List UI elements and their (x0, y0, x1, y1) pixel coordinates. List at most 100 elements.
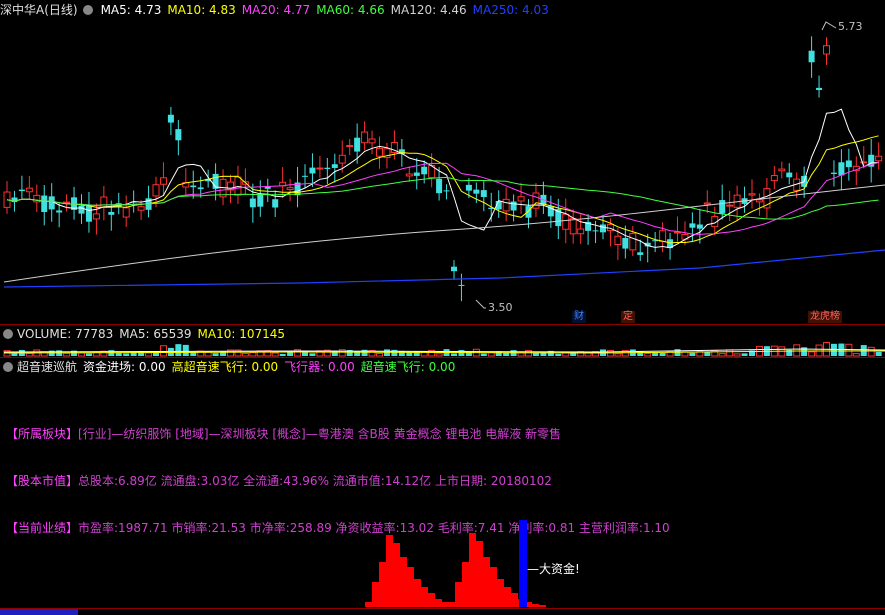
candle-body (577, 228, 585, 235)
moving-average-line (6, 176, 879, 220)
candle-body (85, 204, 92, 222)
volume-bar (391, 349, 398, 356)
candle-body (78, 205, 85, 214)
high-price-label: 5.73 (838, 20, 863, 33)
volume-bar (63, 352, 71, 357)
volume-bar (271, 352, 279, 357)
candle-body (421, 166, 428, 175)
low-price-label: 3.50 (488, 301, 513, 314)
candle-body (175, 129, 182, 141)
dragon-tiger-tag[interactable]: 龙虎榜 (808, 311, 842, 323)
capital-bar (428, 593, 435, 607)
sector-head: 【所属板块】 (6, 427, 79, 441)
candle-body (823, 45, 830, 55)
candle-body (159, 177, 167, 185)
candle-body (249, 198, 256, 208)
moving-average-line (6, 108, 879, 249)
ma120-line (3, 184, 885, 283)
volume-bar (376, 353, 383, 357)
volume-bar (451, 353, 457, 356)
volume-chart[interactable] (0, 325, 885, 357)
indicator-settings-icon[interactable] (3, 361, 13, 372)
volume-bar (532, 352, 539, 356)
capital-histogram (365, 520, 546, 607)
candle-body (622, 237, 629, 249)
candle-body (443, 190, 450, 192)
candle-body (755, 199, 763, 203)
capital-bar (532, 604, 539, 607)
capital-bar (539, 605, 546, 607)
volume-bar (11, 353, 18, 356)
equity-info: 【股本市值】总股本:6.89亿 流通盘:3.03亿 全流通:43.96% 流通市… (6, 472, 552, 489)
volume-bar (85, 353, 92, 356)
candle-body (770, 175, 778, 182)
candle-body (346, 145, 354, 148)
bottom-divider (0, 608, 885, 609)
volume-bar (845, 343, 853, 357)
candle-body (197, 187, 204, 190)
candle-body (659, 230, 667, 243)
candle-body (413, 172, 420, 176)
candle-body (436, 178, 443, 194)
capital-bar (448, 602, 455, 607)
candle-body (100, 196, 108, 208)
candle-body (569, 217, 577, 235)
candle-body (137, 206, 145, 211)
candle-body (808, 50, 815, 63)
capital-bar (504, 587, 511, 607)
volume-bar (435, 353, 443, 357)
low-pointer (475, 299, 486, 309)
candle-body (778, 168, 786, 172)
price-chart[interactable] (0, 0, 885, 325)
volume-bar (808, 351, 816, 357)
volume-bar (652, 352, 659, 356)
volume-bar (733, 353, 741, 357)
candle-body (838, 162, 845, 176)
candle-body (614, 235, 622, 246)
volume-bar (480, 353, 487, 356)
candle-body (816, 87, 823, 91)
volume-bar (175, 344, 182, 356)
candle-body (629, 232, 637, 251)
candle-body (517, 196, 525, 202)
capital-bar (393, 543, 400, 607)
capital-bar (435, 599, 442, 607)
capital-bar (414, 579, 421, 607)
candle-body (689, 223, 696, 228)
candle-body (92, 213, 100, 220)
scroll-thumb[interactable] (0, 609, 78, 615)
capital-bar (386, 535, 393, 607)
candle-body (502, 198, 510, 212)
candle-body (845, 160, 852, 168)
capital-bar (407, 567, 414, 607)
candle-body (272, 199, 279, 208)
capital-bar (379, 562, 386, 607)
indicator-header: 超音速巡航 资金进场: 0.00 高超音速飞行: 0.00 飞行器: 0.00 超音速飞… (0, 358, 461, 376)
candle-body (405, 173, 413, 177)
volume-bar (302, 352, 308, 356)
volume-bar (182, 344, 189, 356)
indicator-hypersonic: 高超音速飞行: 0.00 (171, 360, 279, 374)
candle-body (108, 212, 115, 215)
finance-tag[interactable]: 财 (572, 311, 586, 323)
volume-bar (555, 353, 562, 356)
equity-body: 总股本:6.89亿 流通盘:3.03亿 全流通:43.96% 流通市值:14.1… (78, 474, 552, 488)
candle-body (302, 175, 308, 177)
volume-bar (875, 351, 882, 356)
volume-bar (279, 353, 286, 356)
capital-bar (421, 587, 428, 607)
volume-bar (517, 352, 525, 357)
moving-average-line (6, 135, 879, 244)
indicator-aircraft: 飞行器: 0.00 (284, 360, 355, 374)
volume-bar (741, 353, 748, 356)
candle-body (703, 202, 711, 205)
candle-body (368, 138, 376, 144)
candle-body (361, 131, 369, 144)
candle-body (48, 196, 55, 210)
event-tag[interactable]: 定 (621, 311, 635, 323)
volume-bar (689, 352, 696, 356)
candle-body (510, 201, 517, 211)
candle-body (41, 195, 48, 213)
capital-bar (372, 582, 379, 607)
capital-bar (511, 593, 518, 607)
